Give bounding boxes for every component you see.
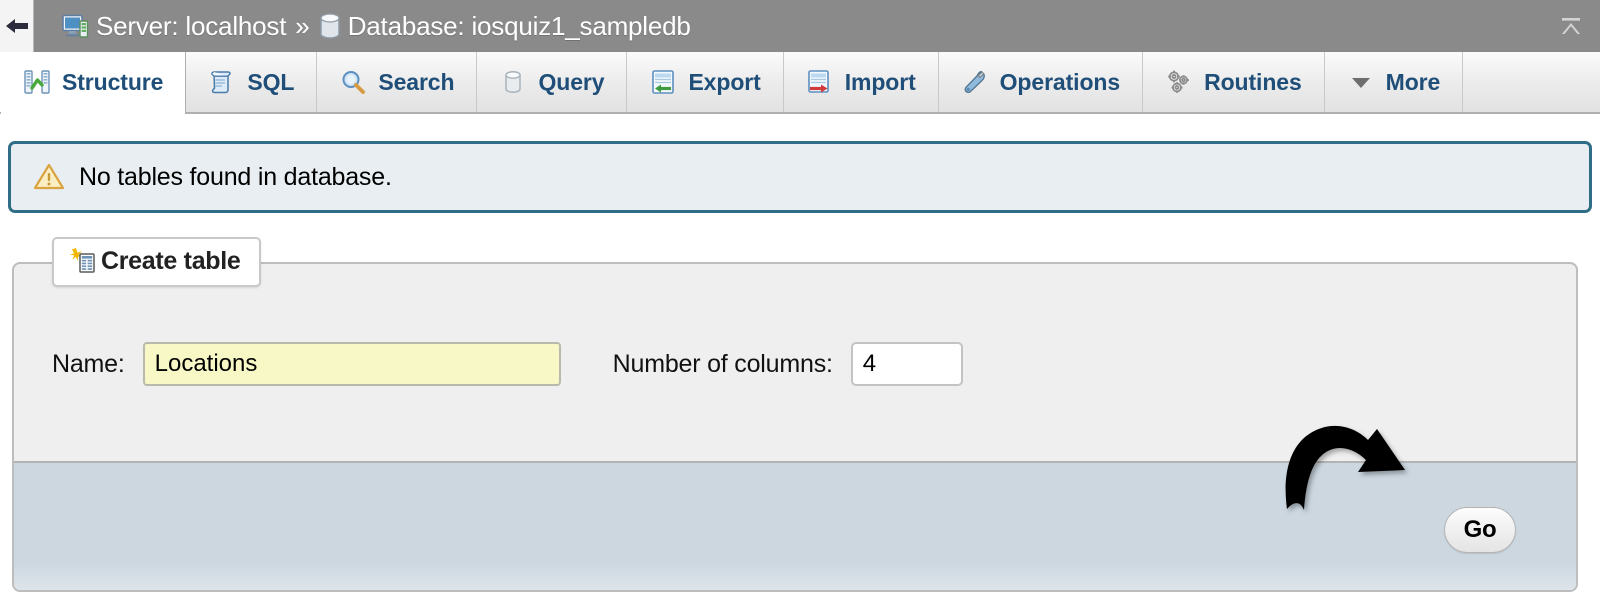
notice-message: No tables found in database. [79, 162, 392, 191]
tab-search[interactable]: Search [317, 52, 478, 112]
export-icon [652, 70, 675, 94]
tab-import-label: Import [844, 68, 916, 95]
main-tab-bar: Structure SQL Search Query Export Import… [0, 52, 1600, 114]
tab-search-label: Search [378, 68, 455, 95]
tab-more-label: More [1385, 68, 1441, 95]
tab-operations-label: Operations [999, 68, 1121, 95]
tab-routines-label: Routines [1204, 68, 1302, 95]
magnifier-icon [342, 71, 366, 94]
tab-operations[interactable]: Operations [939, 52, 1144, 112]
create-table-icon [69, 248, 95, 273]
sql-scroll-icon [211, 71, 232, 94]
database-label: Database: iosquiz1_sampledb [347, 10, 691, 41]
number-of-columns-input[interactable] [850, 342, 963, 386]
query-db-icon [505, 71, 522, 93]
collapse-up-icon[interactable] [1556, 12, 1586, 42]
back-arrow-icon [5, 19, 28, 33]
breadcrumb-bar: Server: localhost » Database: iosquiz1_s… [0, 0, 1600, 52]
go-button[interactable]: Go [1444, 507, 1516, 553]
import-icon [807, 70, 829, 93]
server-label: Server: localhost [96, 10, 287, 41]
columns-label: Number of columns: [612, 349, 833, 378]
tab-more[interactable]: More [1325, 52, 1464, 112]
tab-structure-label: Structure [62, 68, 164, 95]
form-footer: Go [14, 461, 1576, 590]
breadcrumb: Server: localhost » Database: iosquiz1_s… [62, 0, 691, 52]
name-label: Name: [52, 349, 125, 378]
back-button[interactable] [0, 0, 34, 52]
tab-export-label: Export [688, 68, 761, 95]
tab-import[interactable]: Import [784, 52, 939, 112]
gears-icon [1168, 70, 1190, 93]
create-table-legend[interactable]: Create table [52, 237, 261, 287]
tab-sql-label: SQL [247, 68, 295, 95]
tab-query-label: Query [538, 68, 605, 95]
tab-routines[interactable]: Routines [1143, 52, 1325, 112]
tab-sql[interactable]: SQL [186, 52, 318, 112]
table-name-input[interactable] [142, 342, 561, 386]
create-table-form-row: Name: Number of columns: [52, 342, 963, 386]
warning-triangle-icon [33, 163, 65, 190]
tab-structure[interactable]: Structure [0, 52, 187, 114]
breadcrumb-separator: » [295, 10, 310, 41]
database-cylinder-icon [319, 13, 341, 39]
server-monitor-icon [62, 14, 89, 39]
chevron-down-icon [1351, 78, 1370, 88]
structure-icon [24, 70, 50, 94]
wrench-icon [964, 70, 985, 94]
tab-query[interactable]: Query [477, 52, 628, 112]
tab-export[interactable]: Export [627, 52, 784, 112]
create-table-legend-label: Create table [101, 246, 241, 275]
notice-box: No tables found in database. [8, 141, 1592, 213]
create-table-fieldset: Create table Name: Number of columns: Go [12, 237, 1578, 592]
